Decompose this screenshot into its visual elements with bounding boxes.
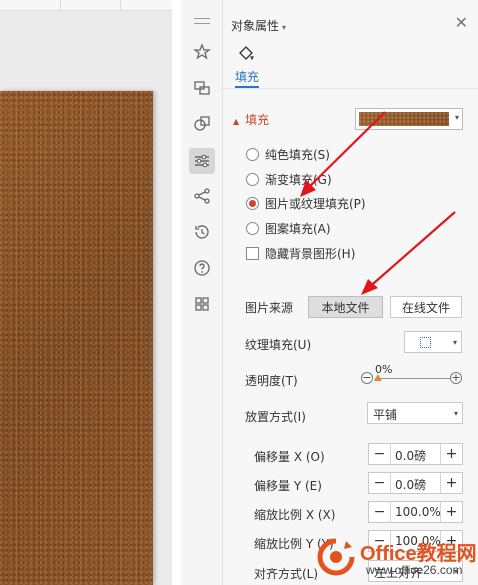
increment-button[interactable]: + xyxy=(440,444,462,464)
leather-textured-page[interactable] xyxy=(0,91,153,585)
watermark-url: www.office26.com xyxy=(366,563,463,577)
watermark-brand: Office教程网 xyxy=(360,543,477,565)
hide-background-checkbox-row[interactable]: 隐藏背景图形(H) xyxy=(246,245,355,261)
radio-button-checked[interactable] xyxy=(246,196,259,210)
scale-x-value[interactable]: 100.0% xyxy=(395,505,441,519)
share-icon[interactable] xyxy=(192,186,212,206)
scale-x-stepper[interactable]: − 100.0% + xyxy=(368,501,463,523)
texture-swatch xyxy=(359,112,449,126)
increment-button[interactable]: + xyxy=(440,473,462,493)
radio-label: 图案填充(A) xyxy=(265,221,331,236)
texture-fill-label: 纹理填充(U) xyxy=(245,338,312,352)
radio-button[interactable] xyxy=(246,172,259,186)
radio-label: 图片或纹理填充(P) xyxy=(265,196,366,211)
horizontal-ruler xyxy=(0,0,172,11)
texture-pattern-icon xyxy=(420,337,431,348)
radio-label: 渐变填充(G) xyxy=(265,172,332,187)
document-canvas[interactable] xyxy=(0,0,172,585)
offset-y-value[interactable]: 0.0磅 xyxy=(395,476,426,493)
object-properties-panel: 对象属性 ▾ ✕ 填充 ▲ 填充 ▾ 纯色填充(S) 渐变填充(G) 图片或纹理填充… xyxy=(223,0,478,585)
radio-pattern-fill[interactable]: 图案填充(A) xyxy=(246,220,331,236)
placement-value: 平铺 xyxy=(373,408,398,422)
radio-solid-fill[interactable]: 纯色填充(S) xyxy=(246,146,330,162)
grid-icon[interactable] xyxy=(192,294,212,314)
fill-section-header[interactable]: ▲ 填充 xyxy=(233,111,269,128)
transparency-plus-button[interactable]: + xyxy=(450,372,462,384)
image-source-label: 图片来源 xyxy=(245,301,294,315)
decrement-button[interactable]: − xyxy=(369,502,391,522)
drag-grip-icon[interactable] xyxy=(194,18,210,24)
scale-x-label: 缩放比例 X (X) xyxy=(254,508,336,522)
offset-x-stepper[interactable]: − 0.0磅 + xyxy=(368,443,463,465)
placement-label: 放置方式(I) xyxy=(245,410,306,424)
fill-bucket-icon[interactable] xyxy=(236,44,256,64)
transparency-minus-button[interactable]: − xyxy=(361,372,373,384)
offset-y-stepper[interactable]: − 0.0磅 + xyxy=(368,472,463,494)
chevron-down-icon: ▾ xyxy=(454,113,459,122)
caret-down-icon: ▾ xyxy=(282,23,287,32)
side-icon-rail xyxy=(181,0,223,585)
close-icon[interactable]: ✕ xyxy=(455,15,468,31)
decrement-button[interactable]: − xyxy=(369,444,391,464)
radio-picture-texture-fill[interactable]: 图片或纹理填充(P) xyxy=(246,195,366,211)
tab-fill[interactable]: 填充 xyxy=(235,68,259,85)
align-label: 对齐方式(L) xyxy=(254,567,319,581)
decrement-button[interactable]: − xyxy=(369,473,391,493)
offset-x-value[interactable]: 0.0磅 xyxy=(395,447,426,464)
radio-label: 纯色填充(S) xyxy=(265,147,330,162)
chevron-down-icon: ▾ xyxy=(453,409,458,418)
offset-x-label: 偏移量 X (O) xyxy=(254,450,325,464)
online-file-button[interactable]: 在线文件 xyxy=(390,296,462,318)
chevron-down-icon: ▾ xyxy=(452,338,457,347)
collapse-triangle-icon: ▲ xyxy=(233,117,240,126)
panel-title-text: 对象属性 xyxy=(231,19,280,33)
tab-divider xyxy=(223,88,478,89)
sliders-icon[interactable] xyxy=(189,148,215,174)
transparency-slider[interactable] xyxy=(375,378,450,379)
checkbox[interactable] xyxy=(246,246,259,260)
office-logo-icon xyxy=(317,538,355,576)
increment-button[interactable]: + xyxy=(440,502,462,522)
shapes-icon[interactable] xyxy=(192,114,212,134)
radio-button[interactable] xyxy=(246,221,259,235)
swap-icon[interactable] xyxy=(192,78,212,98)
history-icon[interactable] xyxy=(192,222,212,242)
help-icon[interactable] xyxy=(192,258,212,278)
checkbox-label: 隐藏背景图形(H) xyxy=(265,246,356,261)
radio-button[interactable] xyxy=(246,147,259,161)
radio-gradient-fill[interactable]: 渐变填充(G) xyxy=(246,171,332,187)
placement-dropdown[interactable]: 平铺 ▾ xyxy=(367,402,463,424)
fill-section-label: 填充 xyxy=(245,113,270,127)
fill-preview-dropdown[interactable]: ▾ xyxy=(355,108,463,130)
star-shapes-icon[interactable] xyxy=(192,42,212,62)
texture-fill-dropdown[interactable]: ▾ xyxy=(404,331,462,353)
transparency-label: 透明度(T) xyxy=(245,374,298,388)
site-watermark: Office教程网 www.office26.com xyxy=(314,535,478,585)
panel-title[interactable]: 对象属性 ▾ xyxy=(231,17,286,34)
slider-thumb[interactable] xyxy=(374,374,382,381)
local-file-button[interactable]: 本地文件 xyxy=(308,296,383,318)
offset-y-label: 偏移量 Y (E) xyxy=(254,479,322,493)
